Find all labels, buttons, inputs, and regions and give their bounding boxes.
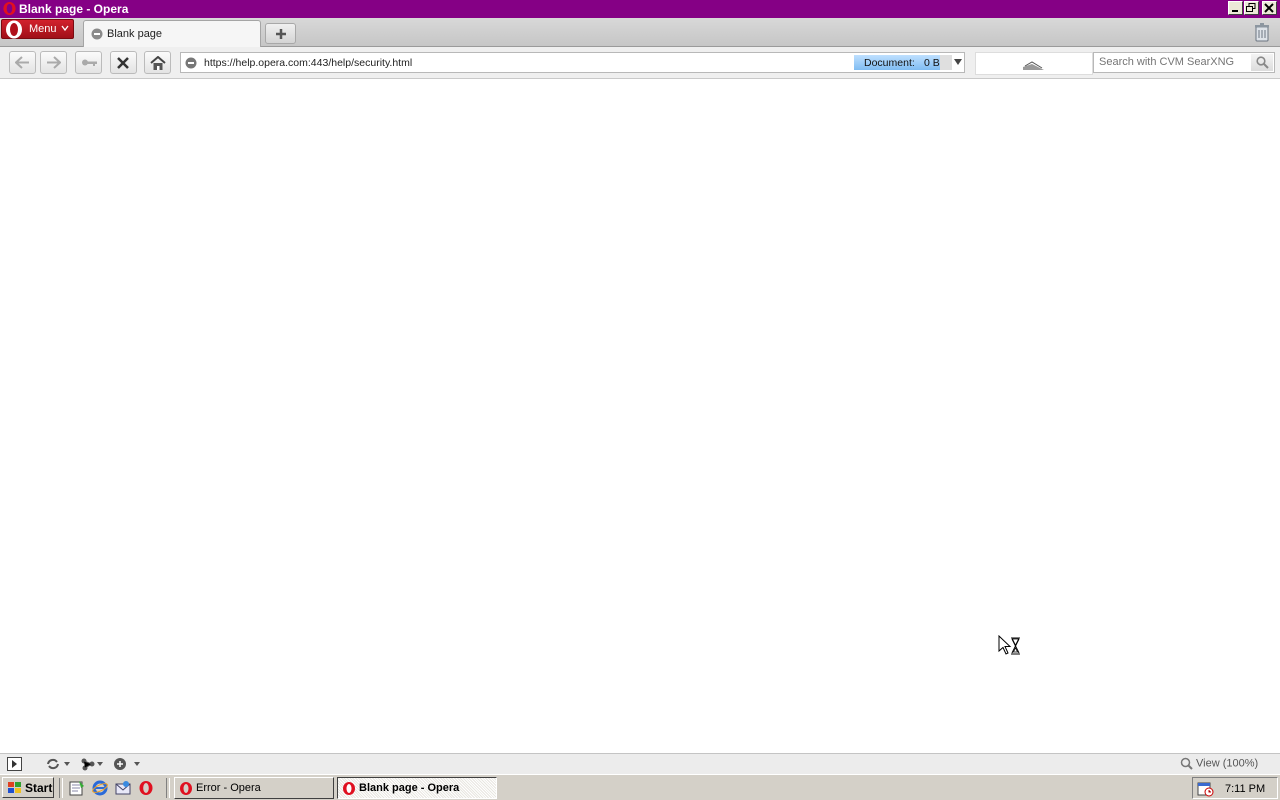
minimize-button[interactable] (1228, 1, 1243, 15)
key-icon (82, 59, 97, 66)
status-bar: View (100%) (0, 753, 1280, 774)
opera-menu-button[interactable]: Menu (1, 19, 74, 39)
window-title: Blank page - Opera (19, 2, 129, 16)
tab-blank-page[interactable]: Blank page (83, 20, 261, 47)
system-tray: 7:11 PM (1192, 777, 1278, 799)
page-icon (185, 57, 197, 69)
tab-label: Blank page (107, 28, 163, 40)
chevron-down-icon (61, 25, 69, 32)
taskbar-item-error-opera[interactable]: Error - Opera (174, 777, 334, 799)
restore-button[interactable] (1244, 1, 1259, 15)
zoom-control[interactable]: View (100%) (1180, 757, 1258, 770)
turbo-icon[interactable] (113, 757, 143, 771)
scheduler-icon[interactable] (1197, 781, 1215, 797)
chevron-down-icon[interactable] (954, 59, 962, 65)
page-load-progress: Document: 0 B (854, 55, 952, 70)
key-button[interactable] (75, 51, 102, 74)
network-icon[interactable] (80, 757, 106, 771)
toolbar-thumbnail (975, 52, 1093, 75)
opera-icon (180, 782, 192, 795)
progress-value: 0 B (924, 57, 940, 69)
opera-icon (343, 782, 355, 795)
task-label: Blank page - Opera (359, 782, 460, 794)
windows-logo-icon (8, 782, 21, 793)
search-icon (1256, 56, 1269, 69)
taskbar-separator (59, 778, 63, 798)
plus-icon (276, 29, 286, 39)
opera-icon (6, 20, 22, 39)
clock: 7:11 PM (1225, 783, 1266, 795)
minimize-icon (1232, 10, 1238, 12)
back-button[interactable] (9, 51, 36, 74)
tab-bar: Menu Blank page (0, 18, 1280, 47)
taskbar-separator (166, 778, 170, 798)
close-window-button[interactable] (1262, 1, 1277, 15)
address-url: https://help.opera.com:443/help/security… (204, 57, 413, 69)
home-icon (150, 56, 166, 70)
start-label: Start (25, 781, 53, 795)
thumbnail-icon (1023, 61, 1044, 70)
restore-icon (1246, 3, 1256, 12)
zoom-label: View (100%) (1196, 757, 1259, 770)
forward-button[interactable] (40, 51, 67, 74)
internet-explorer-icon[interactable] (92, 780, 108, 796)
window-title-bar[interactable]: Blank page - Opera (0, 0, 1280, 18)
address-field[interactable]: https://help.opera.com:443/help/security… (180, 52, 965, 73)
address-toolbar: https://help.opera.com:443/help/security… (0, 47, 1280, 79)
arrow-left-icon (15, 56, 29, 69)
panel-toggle-icon[interactable] (7, 757, 22, 771)
outlook-express-icon[interactable] (115, 780, 131, 796)
stop-button[interactable] (110, 51, 137, 74)
home-button[interactable] (144, 51, 171, 74)
close-icon (117, 57, 129, 69)
search-input[interactable] (1097, 55, 1251, 69)
sync-icon[interactable] (45, 757, 71, 771)
close-icon (1264, 3, 1274, 13)
trash-icon[interactable] (1254, 23, 1270, 42)
search-button[interactable] (1251, 54, 1273, 71)
task-label: Error - Opera (196, 782, 261, 794)
progress-label: Document: (864, 57, 915, 69)
start-button[interactable]: Start (2, 777, 54, 798)
opera-icon[interactable] (138, 780, 154, 796)
taskbar: Start Error - Opera Blank page - Opera 7… (0, 774, 1280, 800)
menu-label: Menu (29, 23, 57, 35)
opera-icon (3, 1, 16, 16)
zoom-icon (1180, 757, 1193, 770)
page-content[interactable] (0, 79, 1280, 753)
taskbar-item-blank-page-opera[interactable]: Blank page - Opera (337, 777, 497, 799)
page-icon (91, 28, 103, 40)
new-tab-button[interactable] (265, 23, 296, 44)
notepad-icon[interactable] (69, 780, 85, 796)
arrow-right-icon (47, 56, 61, 69)
busy-cursor-icon (998, 635, 1020, 655)
search-box[interactable] (1093, 52, 1275, 73)
